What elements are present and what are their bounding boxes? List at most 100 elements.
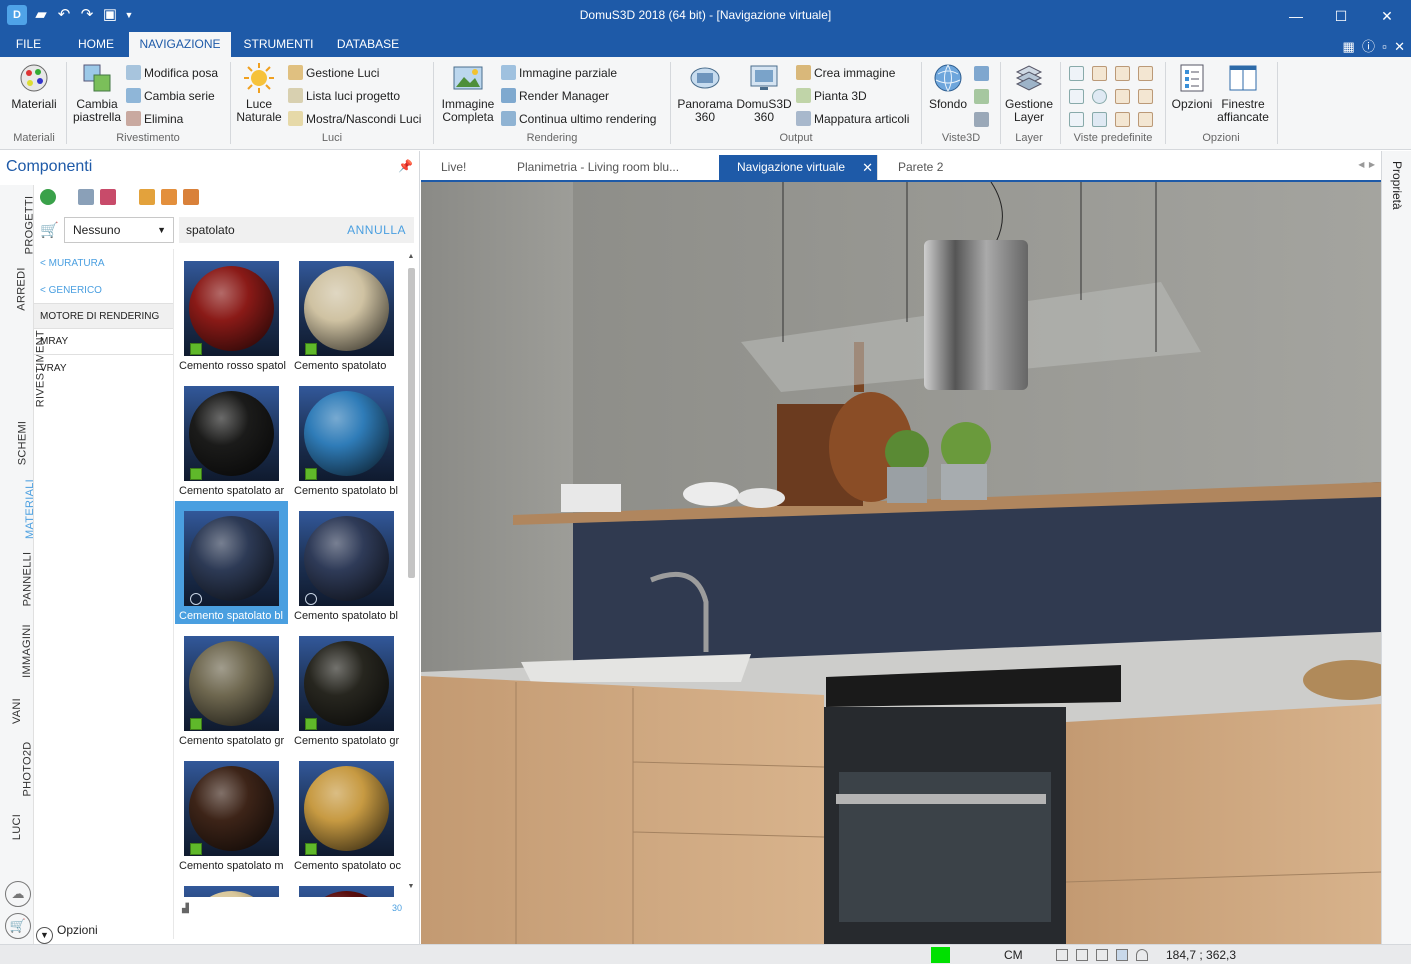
vtab-photo2d[interactable]: PHOTO2D (0, 737, 34, 801)
grid-icon[interactable] (1076, 949, 1088, 961)
continua-rendering-button[interactable]: Continua ultimo rendering (501, 109, 656, 129)
scroll-down-icon[interactable]: ▼ (406, 883, 416, 890)
doc-tab-planimetria[interactable]: Planimetria - Living room blu... (497, 155, 717, 180)
object-snap-icon[interactable] (1116, 949, 1128, 961)
material-tile[interactable] (290, 876, 403, 897)
gestione-luci-button[interactable]: Gestione Luci (288, 63, 379, 83)
restore-icon[interactable]: ▫ (1382, 39, 1387, 54)
material-tile[interactable]: Cemento spatolato bl (175, 501, 288, 624)
material-tile[interactable]: Cemento rosso spatol (175, 251, 288, 374)
immagine-completa-button[interactable]: Immagine Completa (437, 62, 499, 124)
material-tile[interactable]: Cemento spatolato ar (175, 376, 288, 499)
panorama-360-button[interactable]: Panorama 360 (674, 62, 736, 124)
maximize-button[interactable]: ☐ (1318, 0, 1364, 32)
add-cart-icon[interactable] (78, 189, 94, 205)
category-motore-rendering[interactable]: MOTORE DI RENDERING (34, 303, 173, 329)
immagine-parziale-button[interactable]: Immagine parziale (501, 63, 617, 83)
view-orbit-icon[interactable] (1092, 89, 1107, 104)
annulla-button[interactable]: ANNULLA (347, 217, 406, 243)
view-refresh-icon[interactable] (974, 89, 989, 104)
library-icon[interactable] (183, 189, 199, 205)
thumbnail-size-icon[interactable]: ▟ (182, 903, 189, 914)
vtab-luci[interactable]: LUCI (0, 807, 34, 847)
tab-navigazione[interactable]: NAVIGAZIONE (129, 32, 231, 57)
render-manager-button[interactable]: Render Manager (501, 86, 609, 106)
shop-cart-icon[interactable]: 🛒 (5, 913, 31, 939)
material-tile[interactable]: Cemento spatolato bl (290, 376, 403, 499)
minimize-button[interactable]: — (1273, 0, 1319, 32)
units-label[interactable]: CM (1004, 948, 1023, 962)
export-icon[interactable] (161, 189, 177, 205)
crea-immagine-button[interactable]: Crea immagine (796, 63, 895, 83)
vtab-materiali[interactable]: MATERIALI (0, 477, 36, 541)
edit-icon[interactable] (100, 189, 116, 205)
mappatura-articoli-button[interactable]: Mappatura articoli (796, 109, 909, 129)
cambia-piastrella-button[interactable]: Cambia piastrella (70, 62, 124, 124)
sfondo-button[interactable]: Sfondo (925, 62, 971, 111)
doc-tab-live[interactable]: Live! (421, 155, 497, 180)
vtab-immagini[interactable]: IMMAGINI (0, 619, 34, 683)
finestre-affiancate-button[interactable]: Finestre affiancate (1214, 62, 1272, 124)
properties-sidebar[interactable]: Proprietà (1381, 151, 1411, 944)
vtab-progetti[interactable]: PROGETTI (0, 195, 35, 255)
cloud-icon[interactable]: ☁ (5, 881, 31, 907)
material-tile[interactable]: Cemento spatolato (290, 251, 403, 374)
import-icon[interactable] (139, 189, 155, 205)
domus3d-360-button[interactable]: DomuS3D 360 (735, 62, 793, 124)
vtab-arredi[interactable]: ARREDI (0, 259, 34, 319)
material-tile[interactable]: Cemento spatolato gr (290, 626, 403, 749)
tab-file[interactable]: FILE (6, 32, 51, 57)
gestione-layer-button[interactable]: Gestione Layer (1002, 62, 1056, 124)
view-camera-icon[interactable] (1092, 112, 1107, 127)
tab-scroll-arrows-icon[interactable]: ◀ ▶ (1358, 160, 1375, 169)
wifi-icon[interactable] (1136, 949, 1148, 961)
3d-viewport[interactable] (421, 182, 1381, 944)
view-front-icon[interactable] (1092, 66, 1107, 81)
refresh-icon[interactable] (40, 189, 56, 205)
tab-strumenti[interactable]: STRUMENTI (236, 32, 321, 57)
category-back-muratura[interactable]: < MURATURA (34, 251, 173, 277)
opzioni-panel-button[interactable]: ▼ Opzioni (36, 923, 98, 944)
category-vray[interactable]: VRAY (34, 356, 173, 382)
opzioni-ribbon-button[interactable]: Opzioni (1168, 62, 1216, 111)
help-icon[interactable]: ⓘ (1362, 39, 1375, 54)
view-iso-icon[interactable] (1115, 89, 1130, 104)
vtab-vani[interactable]: VANI (0, 691, 34, 731)
view-left-icon[interactable] (1069, 89, 1084, 104)
cambia-serie-button[interactable]: Cambia serie (126, 86, 215, 106)
cart-icon[interactable]: 🛒 (40, 221, 59, 239)
luce-naturale-button[interactable]: Luce Naturale (234, 62, 284, 124)
materials-scrollbar[interactable]: ▲ ▼ (406, 253, 416, 893)
material-tile[interactable]: Cemento spatolato m (175, 751, 288, 874)
close-button[interactable]: ✕ (1364, 0, 1410, 32)
vtab-rivestimenti[interactable]: RIVESTIMENTI (0, 325, 46, 411)
view-iso2-icon[interactable] (1138, 89, 1153, 104)
tab-home[interactable]: HOME (66, 32, 126, 57)
pin-icon[interactable]: 📌 (398, 159, 413, 173)
supplier-select[interactable]: Nessuno ▼ (64, 217, 174, 243)
scroll-up-icon[interactable]: ▲ (406, 253, 416, 260)
view-right-icon[interactable] (1115, 66, 1130, 81)
ortho-icon[interactable] (1096, 949, 1108, 961)
view-bottom-icon[interactable] (1069, 112, 1084, 127)
snap-grid-icon[interactable] (1056, 949, 1068, 961)
category-back-generico[interactable]: < GENERICO (34, 278, 173, 304)
pianta-3d-button[interactable]: Pianta 3D (796, 86, 867, 106)
material-tile[interactable]: Cemento spatolato gr (175, 626, 288, 749)
scroll-thumb[interactable] (408, 268, 415, 578)
lista-luci-button[interactable]: Lista luci progetto (288, 86, 400, 106)
ribbon-options-icon[interactable]: ▦ (1342, 39, 1354, 54)
modifica-posa-button[interactable]: Modifica posa (126, 63, 218, 83)
view-top-left-icon[interactable] (1069, 66, 1084, 81)
view-back-icon[interactable] (1138, 66, 1153, 81)
material-tile[interactable] (175, 876, 288, 897)
mostra-nascondi-luci-button[interactable]: Mostra/Nascondi Luci (288, 109, 421, 129)
close-tab-icon[interactable]: ✕ (862, 155, 873, 180)
doc-tab-navigazione-virtuale[interactable]: Navigazione virtuale ✕ (719, 155, 877, 180)
category-mray[interactable]: MRAY (34, 329, 173, 355)
vtab-pannelli[interactable]: PANNELLI (0, 549, 34, 609)
view-people-icon[interactable] (974, 112, 989, 127)
view-light-icon[interactable] (974, 66, 989, 81)
doc-tab-parete-2[interactable]: Parete 2 (877, 155, 987, 180)
elimina-button[interactable]: Elimina (126, 109, 183, 129)
